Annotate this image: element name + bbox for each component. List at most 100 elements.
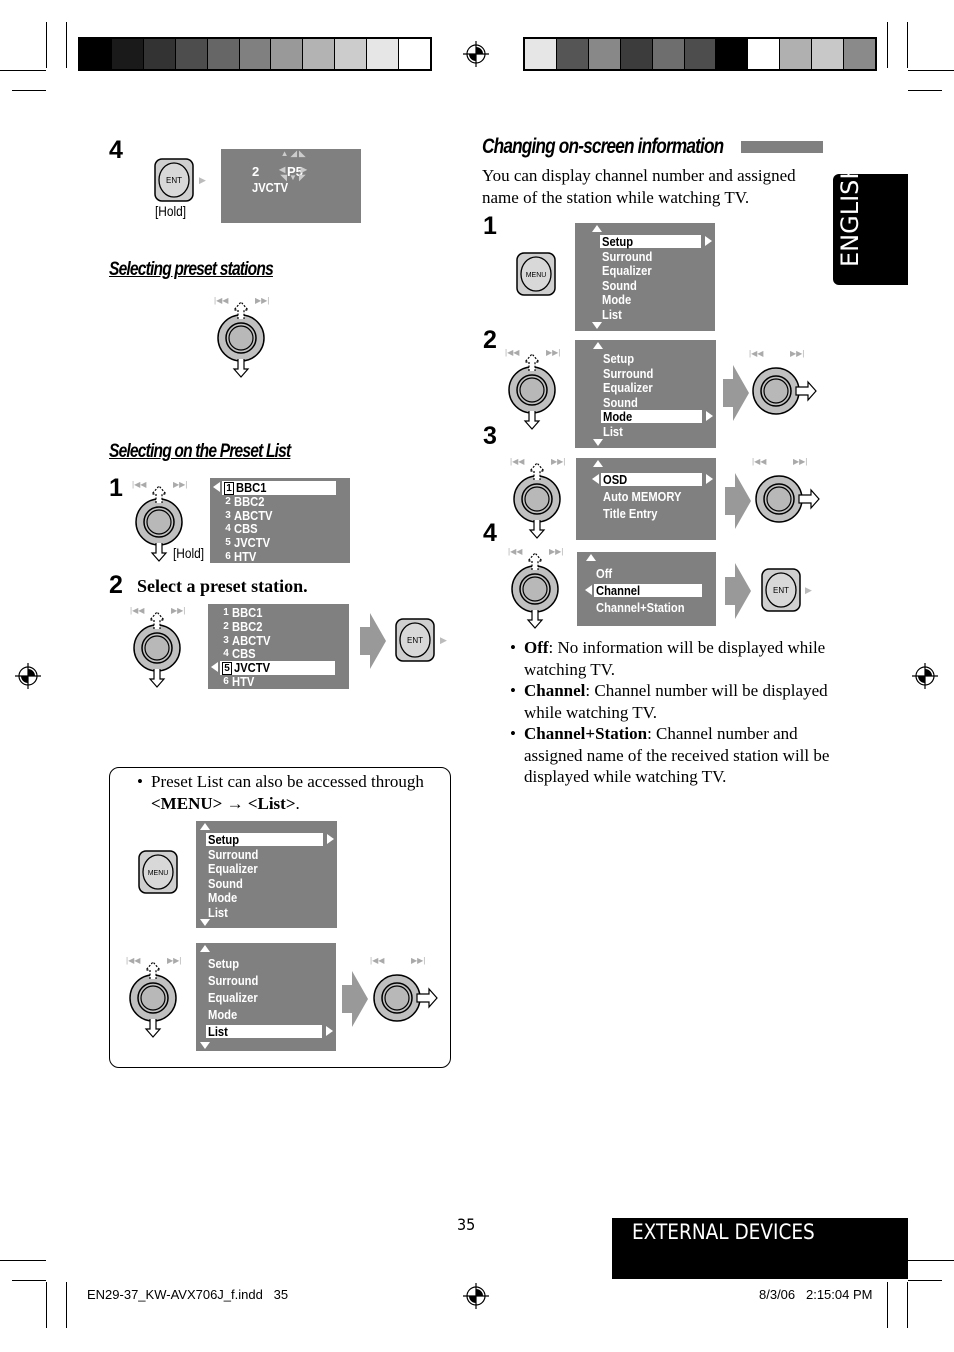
list-item[interactable]: 6 HTV: [222, 550, 260, 563]
svg-text:▶▶|: ▶▶|: [546, 348, 560, 357]
selection-left-arrow-icon: [211, 662, 218, 673]
arrow-glyph: →: [226, 793, 244, 813]
color-bar-right: [523, 37, 877, 71]
control-dial[interactable]: |◀◀ ▶▶|: [117, 603, 201, 700]
list-item[interactable]: Channel+Station: [594, 601, 699, 614]
svg-text:▶▶|: ▶▶|: [549, 547, 563, 556]
list-item[interactable]: Setup: [206, 957, 244, 970]
list-item[interactable]: 6 HTV: [220, 675, 258, 688]
menu-item-label: Setup: [603, 351, 635, 366]
list-item[interactable]: Surround: [206, 848, 267, 861]
footer-date: 8/3/06 2:15:04 PM: [759, 1287, 873, 1302]
option-descriptions: Off: No information will be displayed wh…: [510, 637, 830, 788]
menu-term: <MENU>: [151, 793, 223, 813]
menu-item-label: Mode: [208, 890, 238, 906]
crop-mark: [46, 1282, 47, 1328]
list-item[interactable]: 1 BBC1: [220, 606, 267, 619]
control-dial[interactable]: |◀◀ ▶▶|: [201, 293, 285, 390]
svg-text:|◀◀: |◀◀: [130, 606, 145, 615]
selected-list-item[interactable]: Setup: [206, 833, 323, 846]
menu-item-label: Surround: [603, 365, 654, 381]
ent-button[interactable]: ENT: [154, 158, 194, 207]
intro-text: You can display channel number and assig…: [482, 166, 796, 207]
list-item[interactable]: Mode: [600, 293, 636, 306]
list-item[interactable]: 3 ABCTV: [220, 634, 277, 647]
note-text: Preset List can also be accessed through…: [137, 771, 437, 814]
menu-item-label: Mode: [602, 292, 632, 308]
list-item[interactable]: Surround: [601, 367, 662, 380]
selected-list-item[interactable]: OSD: [601, 473, 702, 486]
list-item[interactable]: Surround: [600, 250, 661, 263]
list-item[interactable]: Off: [594, 567, 615, 580]
preset-list-display: 1 BBC1 2 BBC2 3 ABCTV 4 CBS 5 JVCTV 6 HTV: [210, 478, 350, 563]
osd-menu-display: OSD Auto MEMORY Title Entry: [576, 458, 716, 540]
menu-item-label: List: [603, 424, 623, 439]
control-dial[interactable]: |◀◀ ▶▶|: [113, 953, 197, 1050]
list-item[interactable]: Sound: [206, 877, 248, 890]
control-dial[interactable]: |◀◀ ▶▶|: [739, 454, 823, 551]
list-item[interactable]: List: [206, 906, 231, 919]
list-item[interactable]: Sound: [600, 279, 642, 292]
hold-label: [Hold]: [173, 545, 205, 561]
list-item[interactable]: List: [601, 425, 626, 438]
step-number: 4: [109, 136, 123, 164]
section-title: EXTERNAL DEVICES: [632, 1220, 815, 1244]
menu-button[interactable]: MENU: [516, 252, 556, 301]
list-item[interactable]: Setup: [601, 352, 639, 365]
preset-number: 2: [225, 495, 231, 507]
menu-button[interactable]: MENU: [138, 850, 178, 899]
list-item[interactable]: Equalizer: [206, 991, 266, 1004]
language-tab: ENGLISH: [833, 162, 908, 285]
preset-number: 6: [223, 676, 229, 687]
blink-rays-icon: ▲ ◢ ◣ ◀ ▶ ◥ ▼ ◤: [279, 149, 307, 182]
svg-text:|◀◀: |◀◀: [508, 547, 523, 556]
svg-text:|◀◀: |◀◀: [132, 480, 147, 489]
list-item[interactable]: Equalizer: [600, 264, 660, 277]
ent-button[interactable]: ENT: [395, 618, 435, 667]
crop-mark: [908, 1280, 942, 1281]
selected-list-item[interactable]: Setup: [600, 235, 701, 248]
list-item[interactable]: 4 CBS: [222, 522, 261, 535]
selection-left-arrow-icon: [592, 474, 599, 484]
scroll-up-icon: [200, 823, 210, 830]
menu-item-label: Off: [596, 566, 613, 581]
crop-mark: [66, 1282, 67, 1328]
menu-item-label: OSD: [603, 472, 628, 487]
list-item[interactable]: Mode: [206, 891, 242, 904]
preset-number: 1: [223, 607, 229, 618]
list-item[interactable]: 3 ABCTV: [222, 509, 279, 522]
scroll-down-icon: [200, 1042, 210, 1049]
list-item[interactable]: 4 CBS: [220, 647, 259, 660]
list-item[interactable]: Equalizer: [206, 862, 266, 875]
color-bar-left: [78, 37, 432, 71]
list-item[interactable]: 2 BBC2: [222, 495, 269, 508]
list-item[interactable]: Mode: [206, 1008, 242, 1021]
scroll-down-icon: [592, 322, 602, 329]
selected-list-item[interactable]: Channel: [594, 584, 702, 597]
selected-list-item[interactable]: Mode: [601, 410, 702, 424]
list-item[interactable]: List: [600, 308, 625, 321]
list-item[interactable]: Equalizer: [601, 381, 661, 394]
control-dial[interactable]: |◀◀ ▶▶|: [497, 454, 581, 551]
preset-number: 1: [224, 482, 234, 495]
list-item[interactable]: Title Entry: [601, 507, 666, 520]
control-dial[interactable]: |◀◀ ▶▶|: [736, 346, 820, 443]
list-item[interactable]: Sound: [601, 396, 643, 409]
crop-mark: [887, 1282, 888, 1328]
color-swatch: [525, 39, 557, 69]
selected-list-item[interactable]: List: [206, 1025, 322, 1038]
control-dial[interactable]: |◀◀ ▶▶|: [492, 345, 576, 442]
control-dial[interactable]: |◀◀ ▶▶|: [495, 544, 579, 641]
list-item[interactable]: 5 JVCTV: [222, 536, 276, 549]
svg-text:▶▶|: ▶▶|: [171, 606, 185, 615]
menu-item-label: Setup: [602, 234, 634, 249]
color-swatch: [80, 39, 112, 69]
preset-display: 2 P5 ▲ ◢ ◣ ◀ ▶ ◥ ▼ ◤ JVCTV: [221, 149, 361, 223]
control-dial[interactable]: |◀◀ ▶▶|: [357, 953, 441, 1050]
scroll-up-icon: [586, 554, 596, 561]
svg-text:▶▶|: ▶▶|: [790, 349, 804, 358]
list-item[interactable]: Surround: [206, 974, 267, 987]
ent-button[interactable]: ENT: [761, 568, 801, 617]
list-item[interactable]: Auto MEMORY: [601, 490, 694, 503]
list-item[interactable]: 2 BBC2: [220, 620, 267, 633]
